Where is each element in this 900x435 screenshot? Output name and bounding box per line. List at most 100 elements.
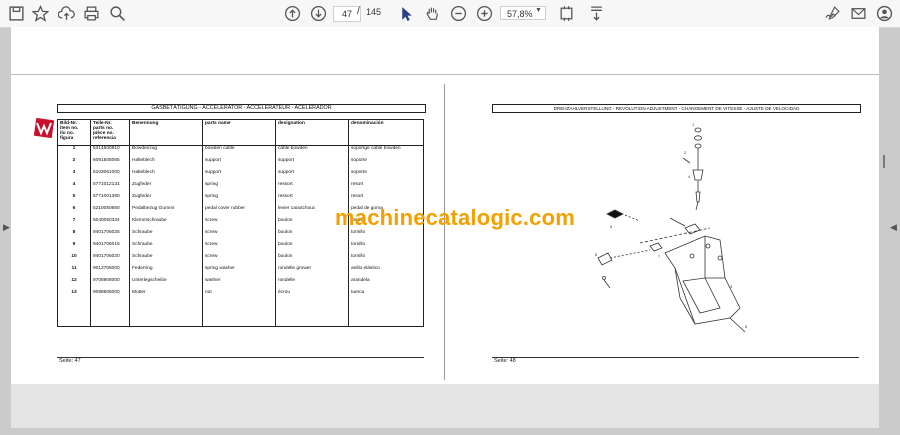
cell-item-number: 5	[57, 194, 91, 206]
cell-denominacion: soportge cable bowden	[348, 145, 424, 158]
cell-part-number: 5210050660	[90, 206, 130, 218]
col-header-part-no: Teile-Nr. parts no. pièce no. referencia	[90, 119, 130, 146]
account-icon[interactable]	[874, 4, 894, 22]
sign-edit-icon[interactable]	[822, 4, 842, 22]
left-page-number: Seite: 47	[59, 358, 81, 364]
bookmark-star-icon[interactable]	[30, 4, 50, 22]
cell-denominacion: anillo elástico	[348, 266, 424, 278]
svg-text:7: 7	[658, 254, 661, 259]
cell-part-number: 5771012131	[90, 182, 130, 194]
chevron-down-icon[interactable]: ▼	[535, 7, 542, 14]
cell-item-number: 7	[57, 218, 91, 230]
scrollbar-thumb[interactable]	[883, 155, 885, 168]
svg-text:6: 6	[610, 224, 613, 229]
cell-benennung: Schraube	[129, 230, 203, 242]
cell-denominacion: tornillo	[348, 230, 424, 242]
cell-part-number: 6091505065	[90, 158, 130, 170]
col-header-benennung: Benennung	[129, 119, 203, 146]
cell-designation: rondelle	[275, 278, 349, 290]
cell-designation: écrou	[275, 290, 349, 327]
cell-item-number: 1	[57, 145, 91, 158]
cell-parts-name: washer	[202, 278, 276, 290]
previous-page-bottom	[11, 27, 879, 75]
cell-benennung: Halteblech	[129, 170, 203, 182]
cell-part-number: 9012708000	[90, 266, 130, 278]
right-footer-rule	[492, 357, 859, 358]
right-panel-toggle-icon[interactable]: ◀	[890, 222, 897, 233]
cell-benennung: Mutter	[129, 290, 203, 327]
cell-item-number: 6	[57, 206, 91, 218]
cell-part-number: 6103061000	[90, 170, 130, 182]
table-row: 13 9098606000 Mutter nut écrou tuerca	[57, 290, 424, 327]
table-row: 9 9401706016 Schraube screw boulon tornillo	[57, 242, 424, 254]
hand-tool-icon[interactable]	[422, 4, 442, 22]
cell-designation: boulon	[275, 254, 349, 266]
cell-parts-name: spring	[202, 182, 276, 194]
select-cursor-icon[interactable]	[396, 4, 416, 22]
table-row: 10 9401706020 Schraube screw boulon tornillo	[57, 254, 424, 266]
cell-parts-name: bowden cable	[202, 145, 276, 158]
table-row: 11 9012708000 Federring spring washer rondel…	[57, 266, 424, 278]
cell-item-number: 9	[57, 242, 91, 254]
svg-text:8: 8	[595, 252, 598, 257]
col-header-item: Bild-Nr. item no. ilu no. figura	[57, 119, 91, 146]
cell-benennung: Schraube	[129, 242, 203, 254]
cell-item-number: 4	[57, 182, 91, 194]
cell-parts-name: screw	[202, 218, 276, 230]
next-page-top	[11, 384, 879, 428]
parts-table-header: Bild-Nr. item no. ilu no. figura Teile-N…	[57, 119, 424, 146]
cell-part-number: 5040050334	[90, 218, 130, 230]
cell-designation: boulon	[275, 230, 349, 242]
zoom-in-icon[interactable]	[474, 4, 494, 22]
svg-text:2: 2	[684, 150, 687, 155]
save-icon[interactable]	[6, 4, 26, 22]
col-header-designation: designation	[275, 119, 349, 146]
page-separator: /	[357, 6, 360, 17]
exploded-parts-diagram: 1 2 4 6 7 8 3 5	[595, 122, 748, 333]
left-panel-toggle-icon[interactable]: ▶	[3, 222, 10, 233]
print-icon[interactable]	[81, 4, 101, 22]
cell-designation: rondelle grower	[275, 266, 349, 278]
pdf-toolbar: 47 / 145 57,8% ▼	[0, 0, 900, 28]
cell-denominacion: resort	[348, 182, 424, 194]
zoom-out-icon[interactable]	[448, 4, 468, 22]
email-icon[interactable]	[848, 4, 868, 22]
fit-page-icon[interactable]	[556, 4, 576, 22]
cell-benennung: Unterlegscheibe	[129, 278, 203, 290]
cell-item-number: 11	[57, 266, 91, 278]
cell-parts-name: nut	[202, 290, 276, 327]
col-header-denominacion: denominación	[348, 119, 424, 146]
cell-item-number: 10	[57, 254, 91, 266]
cell-denominacion: tornillo	[348, 254, 424, 266]
manufacturer-logo	[33, 117, 55, 139]
cell-item-number: 2	[57, 158, 91, 170]
cell-parts-name: support	[202, 158, 276, 170]
cell-parts-name: screw	[202, 230, 276, 242]
cell-designation: support	[275, 170, 349, 182]
left-footer-rule	[57, 357, 424, 358]
right-page-title: DREHZAHLVERSTELLUNG - REVOLUTION ADJUSTM…	[492, 104, 861, 113]
cell-parts-name: spring washer	[202, 266, 276, 278]
cell-designation: boulon	[275, 242, 349, 254]
cell-benennung: Klemmschraube	[129, 218, 203, 230]
cell-benennung: Bowdenzug	[129, 145, 203, 158]
upload-cloud-icon[interactable]	[56, 4, 76, 22]
cell-denominacion: soporte	[348, 170, 424, 182]
page-spread-divider	[444, 84, 445, 380]
cell-designation: ressort	[275, 182, 349, 194]
cell-designation: câble bowden	[275, 145, 349, 158]
cell-denominacion: tornillo	[348, 242, 424, 254]
next-page-icon[interactable]	[308, 4, 328, 22]
scroll-mode-icon[interactable]	[586, 4, 606, 22]
previous-page-icon[interactable]	[282, 4, 302, 22]
cell-benennung: Zugfeder	[129, 194, 203, 206]
cell-benennung: Federring	[129, 266, 203, 278]
col-header-parts-name: parts name	[202, 119, 276, 146]
svg-text:1: 1	[692, 122, 695, 127]
cell-part-number: 9708906000	[90, 278, 130, 290]
cell-item-number: 13	[57, 290, 91, 327]
zoom-search-icon[interactable]	[107, 4, 127, 22]
cell-parts-name: screw	[202, 254, 276, 266]
table-row: 1 5314500810 Bowdenzug bowden cable câble bo…	[57, 145, 424, 158]
svg-text:5: 5	[745, 324, 748, 329]
